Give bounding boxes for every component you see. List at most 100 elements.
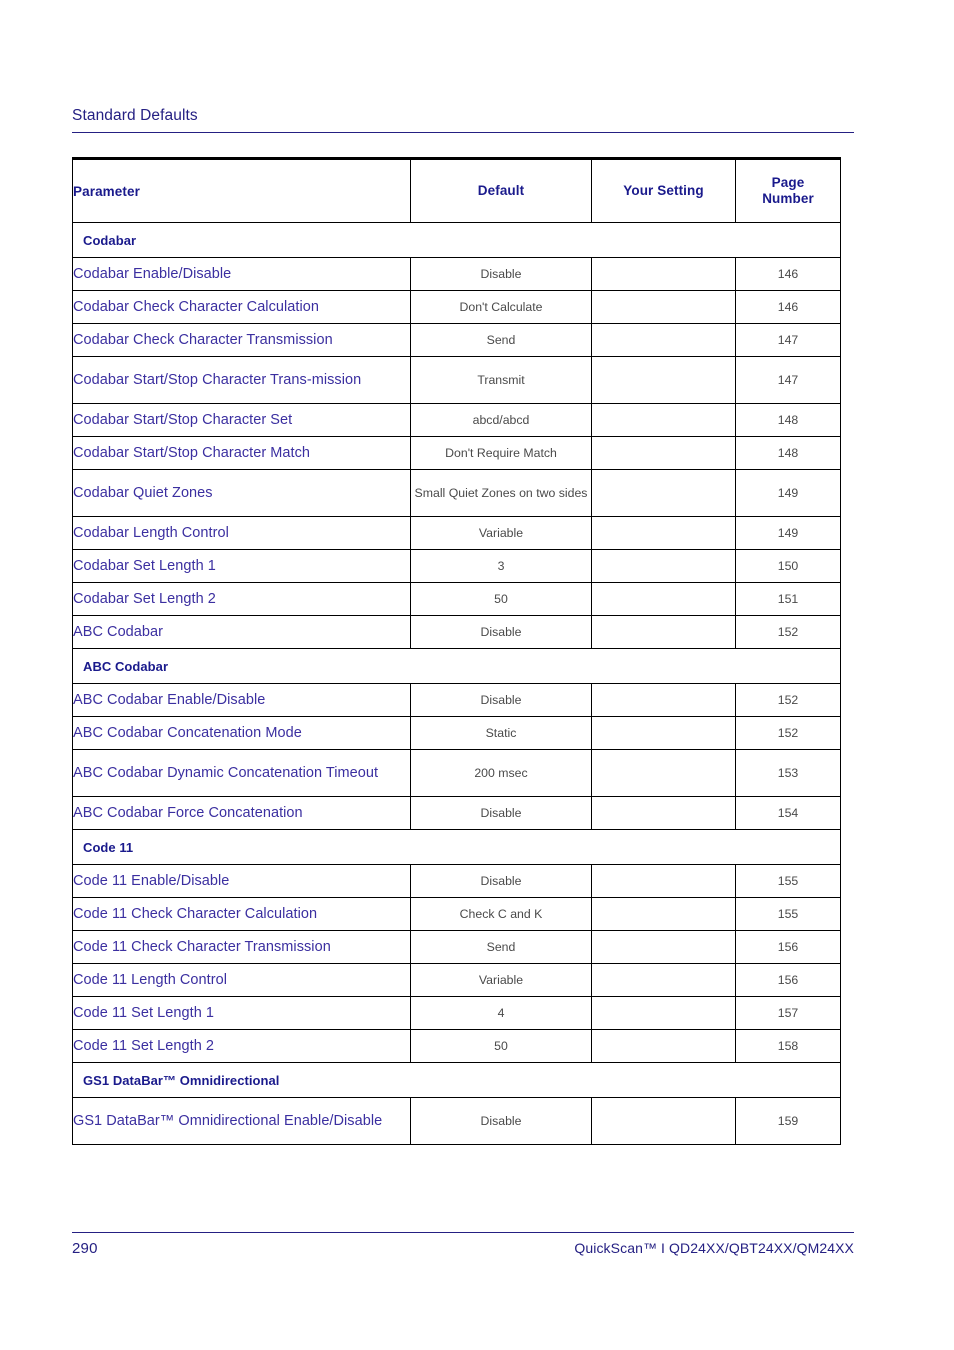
cell-your-setting[interactable] <box>591 683 736 717</box>
cell-page-number: 156 <box>735 963 841 997</box>
cell-page-number: 158 <box>735 1029 841 1063</box>
cell-parameter: Codabar Start/Stop Character Set <box>72 403 411 437</box>
cell-your-setting[interactable] <box>591 323 736 357</box>
column-header-parameter: Parameter <box>72 157 411 223</box>
cell-your-setting[interactable] <box>591 436 736 470</box>
cell-page-number: 149 <box>735 469 841 517</box>
cell-page-number: 159 <box>735 1097 841 1145</box>
cell-default: 50 <box>410 1029 592 1063</box>
cell-your-setting[interactable] <box>591 996 736 1030</box>
table-row: Codabar Start/Stop Character Trans-missi… <box>72 356 841 404</box>
cell-parameter: Code 11 Set Length 1 <box>72 996 411 1030</box>
cell-default: 200 msec <box>410 749 592 797</box>
cell-your-setting[interactable] <box>591 1097 736 1145</box>
cell-default: Send <box>410 930 592 964</box>
cell-parameter: ABC Codabar Concatenation Mode <box>72 716 411 750</box>
cell-your-setting[interactable] <box>591 290 736 324</box>
cell-your-setting[interactable] <box>591 864 736 898</box>
column-header-page-number-line2: Number <box>762 191 814 206</box>
cell-page-number: 157 <box>735 996 841 1030</box>
cell-your-setting[interactable] <box>591 549 736 583</box>
cell-parameter: Codabar Set Length 1 <box>72 549 411 583</box>
cell-your-setting[interactable] <box>591 615 736 649</box>
cell-parameter: Codabar Check Character Transmission <box>72 323 411 357</box>
cell-default: Variable <box>410 963 592 997</box>
table-row: Codabar Check Character Transmission Send… <box>72 323 841 357</box>
cell-default: Send <box>410 323 592 357</box>
column-header-your-setting: Your Setting <box>591 157 736 223</box>
cell-default: Disable <box>410 615 592 649</box>
table-row: Code 11 Check Character Calculation Check… <box>72 897 841 931</box>
table-body: Codabar Codabar Enable/Disable Disable 146 C… <box>72 222 841 1145</box>
column-header-default: Default <box>410 157 592 223</box>
table-row: Codabar Set Length 2 50 151 <box>72 582 841 616</box>
cell-default: Don't Require Match <box>410 436 592 470</box>
table-header-row: Parameter Default Your Setting Page Numb… <box>72 157 841 223</box>
document-page: Standard Defaults Parameter Default Your… <box>0 0 954 1350</box>
cell-parameter: Codabar Check Character Calculation <box>72 290 411 324</box>
cell-default: Check C and K <box>410 897 592 931</box>
table-row: Code 11 Check Character Transmission Send… <box>72 930 841 964</box>
cell-default: abcd/abcd <box>410 403 592 437</box>
cell-your-setting[interactable] <box>591 963 736 997</box>
cell-page-number: 155 <box>735 897 841 931</box>
cell-page-number: 151 <box>735 582 841 616</box>
cell-page-number: 153 <box>735 749 841 797</box>
cell-default: Static <box>410 716 592 750</box>
table-row: Code 11 Length Control Variable 156 <box>72 963 841 997</box>
cell-parameter: Codabar Start/Stop Character Match <box>72 436 411 470</box>
table-row: Code 11 Enable/Disable Disable 155 <box>72 864 841 898</box>
cell-default: Disable <box>410 683 592 717</box>
cell-your-setting[interactable] <box>591 516 736 550</box>
cell-parameter: Codabar Set Length 2 <box>72 582 411 616</box>
running-head-rule <box>72 132 854 133</box>
cell-page-number: 150 <box>735 549 841 583</box>
cell-page-number: 147 <box>735 323 841 357</box>
table-row: ABC Codabar Enable/Disable Disable 152 <box>72 683 841 717</box>
table-head: Parameter Default Your Setting Page Numb… <box>72 157 841 223</box>
cell-page-number: 148 <box>735 436 841 470</box>
cell-default: Disable <box>410 1097 592 1145</box>
cell-your-setting[interactable] <box>591 796 736 830</box>
page-footer: 290 QuickScan™ I QD24XX/QBT24XX/QM24XX <box>72 1232 854 1257</box>
cell-your-setting[interactable] <box>591 403 736 437</box>
cell-page-number: 146 <box>735 257 841 291</box>
cell-your-setting[interactable] <box>591 257 736 291</box>
section-label: ABC Codabar <box>72 648 841 684</box>
cell-parameter: ABC Codabar Dynamic Concatenation Timeou… <box>72 749 411 797</box>
standard-defaults-table-wrapper: Parameter Default Your Setting Page Numb… <box>72 157 841 1145</box>
running-head: Standard Defaults <box>72 106 854 133</box>
cell-default: 50 <box>410 582 592 616</box>
cell-page-number: 146 <box>735 290 841 324</box>
column-header-page-number: Page Number <box>735 157 841 223</box>
cell-parameter: Codabar Start/Stop Character Trans-missi… <box>72 356 411 404</box>
cell-page-number: 154 <box>735 796 841 830</box>
cell-your-setting[interactable] <box>591 930 736 964</box>
cell-page-number: 155 <box>735 864 841 898</box>
cell-your-setting[interactable] <box>591 716 736 750</box>
cell-page-number: 152 <box>735 683 841 717</box>
cell-your-setting[interactable] <box>591 582 736 616</box>
cell-page-number: 152 <box>735 716 841 750</box>
cell-default: Small Quiet Zones on two sides <box>410 469 592 517</box>
cell-your-setting[interactable] <box>591 469 736 517</box>
table-row: Codabar Start/Stop Character Match Don't … <box>72 436 841 470</box>
cell-default: Don't Calculate <box>410 290 592 324</box>
cell-parameter: Code 11 Check Character Transmission <box>72 930 411 964</box>
table-section-row: Codabar <box>72 222 841 258</box>
cell-page-number: 147 <box>735 356 841 404</box>
cell-default: Disable <box>410 796 592 830</box>
cell-your-setting[interactable] <box>591 897 736 931</box>
cell-your-setting[interactable] <box>591 356 736 404</box>
cell-parameter: GS1 DataBar™ Omnidirectional Enable/Disa… <box>72 1097 411 1145</box>
cell-page-number: 148 <box>735 403 841 437</box>
cell-parameter: Codabar Quiet Zones <box>72 469 411 517</box>
cell-parameter: Code 11 Length Control <box>72 963 411 997</box>
table-section-row: GS1 DataBar™ Omnidirectional <box>72 1062 841 1098</box>
cell-default: Disable <box>410 257 592 291</box>
table-section-row: ABC Codabar <box>72 648 841 684</box>
cell-your-setting[interactable] <box>591 1029 736 1063</box>
section-label: Code 11 <box>72 829 841 865</box>
cell-your-setting[interactable] <box>591 749 736 797</box>
section-label: GS1 DataBar™ Omnidirectional <box>72 1062 841 1098</box>
